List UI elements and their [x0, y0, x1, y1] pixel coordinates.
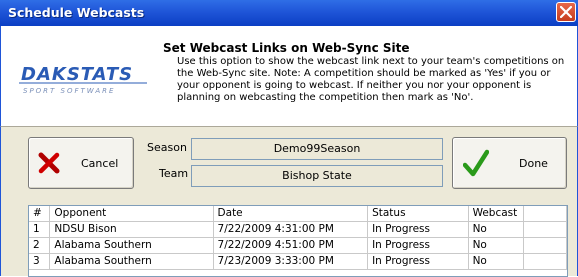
col-status[interactable]: Status [367, 206, 469, 222]
opponent-cell: Alabama Southern [49, 253, 214, 270]
filler-cell [523, 221, 567, 238]
team-label: Team [159, 167, 189, 180]
webcast-cell[interactable]: No [468, 253, 525, 270]
col-filler [523, 206, 567, 222]
red-x-icon [38, 152, 60, 174]
filler-cell [523, 253, 567, 270]
done-button[interactable]: Done [452, 137, 567, 189]
cancel-label: Cancel [81, 157, 119, 170]
row-number: 3 [29, 253, 51, 270]
webcast-cell[interactable]: No [468, 237, 525, 254]
status-cell: In Progress [367, 221, 469, 238]
dakstats-logo: DAKSTATS SPORT SOFTWARE [19, 64, 147, 95]
cancel-button[interactable]: Cancel [28, 137, 134, 189]
opponent-cell: NDSU Bison [49, 221, 214, 238]
season-label: Season [147, 141, 187, 154]
webcast-table: # Opponent Date Status Webcast 1 NDSU Bi… [29, 206, 567, 270]
season-field: Demo99Season [191, 138, 443, 160]
done-label: Done [519, 157, 548, 170]
col-webcast[interactable]: Webcast [468, 206, 525, 222]
header-description: Use this option to show the webcast link… [177, 56, 565, 103]
table-row[interactable]: 3 Alabama Southern 7/23/2009 3:33:00 PM … [29, 253, 567, 270]
status-cell: In Progress [367, 253, 469, 270]
table-header-row: # Opponent Date Status Webcast [29, 206, 567, 222]
svg-text:DAKSTATS: DAKSTATS [21, 64, 133, 85]
filler-cell [523, 237, 567, 254]
svg-text:SPORT SOFTWARE: SPORT SOFTWARE [23, 87, 115, 95]
header-panel: DAKSTATS SPORT SOFTWARE Set Webcast Link… [0, 26, 578, 126]
title-bar: Schedule Webcasts [0, 0, 578, 26]
table-row[interactable]: 2 Alabama Southern 7/22/2009 4:51:00 PM … [29, 237, 567, 254]
status-cell: In Progress [367, 237, 469, 254]
team-field: Bishop State [191, 165, 443, 187]
webcast-cell[interactable]: No [468, 221, 525, 238]
col-opponent[interactable]: Opponent [49, 206, 214, 222]
opponent-cell: Alabama Southern [49, 237, 214, 254]
date-cell: 7/23/2009 3:33:00 PM [213, 253, 369, 270]
col-number[interactable]: # [29, 206, 51, 222]
window-title: Schedule Webcasts [8, 5, 145, 20]
row-number: 1 [29, 221, 51, 238]
close-icon [560, 6, 572, 18]
dialog-body: Cancel Season Demo99Season Team Bishop S… [0, 126, 578, 277]
header-title: Set Webcast Links on Web-Sync Site [163, 41, 410, 55]
green-check-icon [463, 149, 489, 177]
date-cell: 7/22/2009 4:31:00 PM [213, 221, 369, 238]
date-cell: 7/22/2009 4:51:00 PM [213, 237, 369, 254]
col-date[interactable]: Date [213, 206, 369, 222]
row-number: 2 [29, 237, 51, 254]
table-row[interactable]: 1 NDSU Bison 7/22/2009 4:31:00 PM In Pro… [29, 221, 567, 238]
close-button[interactable] [556, 2, 576, 22]
webcast-grid[interactable]: # Opponent Date Status Webcast 1 NDSU Bi… [28, 205, 568, 277]
